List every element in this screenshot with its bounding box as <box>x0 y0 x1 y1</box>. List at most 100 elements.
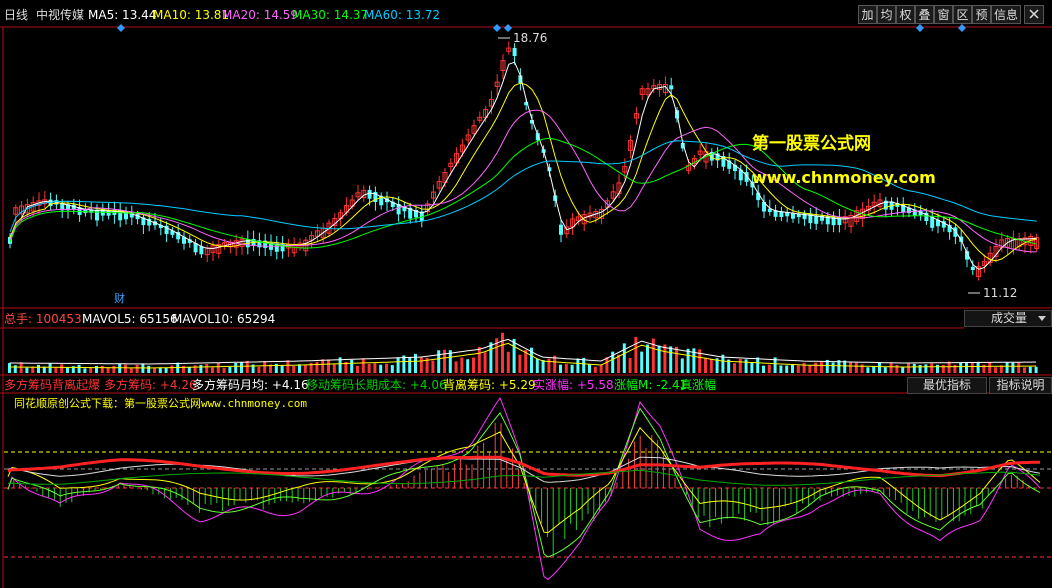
volume-bar <box>976 361 980 373</box>
volume-bar <box>477 346 481 373</box>
volume-bar <box>889 363 893 373</box>
volume-bar <box>634 336 638 373</box>
best-indicator-button[interactable]: 最优指标 <box>907 377 987 394</box>
volume-bar <box>147 365 151 373</box>
volume-bar <box>686 348 690 373</box>
volume-bar <box>895 364 899 373</box>
volume-bar <box>199 364 203 373</box>
volume-bar <box>460 357 464 373</box>
event-diamond-icon <box>958 24 966 32</box>
volume-bar <box>646 344 649 373</box>
volume-bar <box>680 358 684 373</box>
volume-bar <box>19 362 23 373</box>
candle-body <box>559 224 563 235</box>
volume-bar <box>385 363 388 373</box>
candle-body <box>953 227 958 237</box>
indicator-selector[interactable]: 成交量 <box>964 310 1052 327</box>
volume-bar <box>588 363 591 373</box>
volume-bar <box>854 362 858 373</box>
volume-bar <box>941 364 945 373</box>
volume-bar <box>994 367 997 373</box>
volume-bar <box>924 364 928 373</box>
volume-bar <box>48 363 52 373</box>
volume-bar <box>83 368 87 373</box>
volume-bar <box>663 344 667 373</box>
volume-bar <box>872 366 876 373</box>
volume-bar <box>1028 366 1032 373</box>
indicator-help-button[interactable]: 指标说明 <box>989 377 1052 394</box>
volume-bar <box>66 367 69 373</box>
high-price-label: 18.76 <box>513 31 548 45</box>
volume-bar <box>860 364 864 373</box>
volume-bar <box>129 368 133 373</box>
volume-bar <box>390 365 394 373</box>
volume-bar <box>280 365 284 373</box>
stock-chart-window: 日线 中视传媒 MA5: 13.44 MA10: 13.81 MA20: 14.59… <box>0 0 1052 588</box>
volume-bar <box>820 361 823 373</box>
volume-bar <box>953 364 957 373</box>
mavol5-line <box>9 338 1037 365</box>
volume-bar <box>605 357 609 373</box>
volume-bar <box>936 364 939 373</box>
volume-bar <box>709 358 713 373</box>
indicator-legend-item: 多方筹码: +4.26 <box>104 378 197 392</box>
volume-bar <box>396 357 400 373</box>
indicator-legend-item: 真涨幅 <box>680 378 717 392</box>
volume-bar <box>947 361 951 373</box>
volume-bar <box>866 367 870 373</box>
indicator-legend-item: 移动筹码长期成本: +4.06 <box>306 378 447 392</box>
volume-bar <box>564 364 568 373</box>
volume-bar <box>791 364 794 373</box>
volume-bar <box>535 358 539 373</box>
volume-bar <box>361 358 365 373</box>
triangle-down-icon <box>1038 316 1046 321</box>
volume-bar <box>901 367 905 373</box>
volume-bar <box>373 363 377 373</box>
volume-bar <box>738 358 742 373</box>
volume-bar <box>814 362 818 373</box>
divergence-line <box>7 426 1041 534</box>
watermark-url: www.chnmoney.com <box>752 168 936 187</box>
candle-body <box>791 212 795 219</box>
volume-bar <box>651 338 655 373</box>
volume-bar <box>704 357 707 373</box>
volume-bar <box>95 365 98 373</box>
volume-bar <box>883 367 887 373</box>
volume-bar <box>234 362 238 373</box>
volume-bar <box>466 359 470 373</box>
volume-bar <box>332 364 336 373</box>
volume-bar <box>472 357 475 373</box>
volume-bar <box>512 338 516 373</box>
candle-body <box>669 85 674 90</box>
volume-bar <box>744 359 748 373</box>
volume-bar <box>970 362 974 373</box>
candle-body <box>367 189 372 199</box>
volume-bar <box>60 364 64 373</box>
volume-bar <box>245 360 249 373</box>
volume-bar <box>930 363 934 373</box>
volume-bar <box>756 357 760 373</box>
finance-marker[interactable]: 财 <box>114 292 125 306</box>
volume-bar <box>878 361 881 373</box>
volume-bar <box>907 363 910 373</box>
indicator-legend-item: 多方筹码背离起爆 <box>4 378 101 392</box>
download-note: 同花顺原创公式下载：第一股票公式网www.chnmoney.com <box>14 397 307 410</box>
volume-bar <box>205 363 209 373</box>
volume-bar <box>849 362 852 373</box>
volume-bar <box>912 363 916 373</box>
volume-bar <box>315 361 319 373</box>
price-chart[interactable] <box>0 0 1052 588</box>
volume-bar <box>1017 362 1021 373</box>
volume-bar <box>454 361 458 373</box>
volume-bar <box>767 364 771 373</box>
mavol5-label: MAVOL5: 65156 <box>82 312 178 326</box>
selector-label: 成交量 <box>991 311 1028 325</box>
volume-bar <box>489 342 493 373</box>
volume-bar <box>808 365 812 373</box>
volume-bar <box>408 357 412 373</box>
volume-bar <box>518 354 522 373</box>
gain-m-line <box>7 407 1041 558</box>
volume-bar <box>222 367 226 373</box>
volume-bar <box>779 365 783 373</box>
volume-bar <box>263 360 267 373</box>
